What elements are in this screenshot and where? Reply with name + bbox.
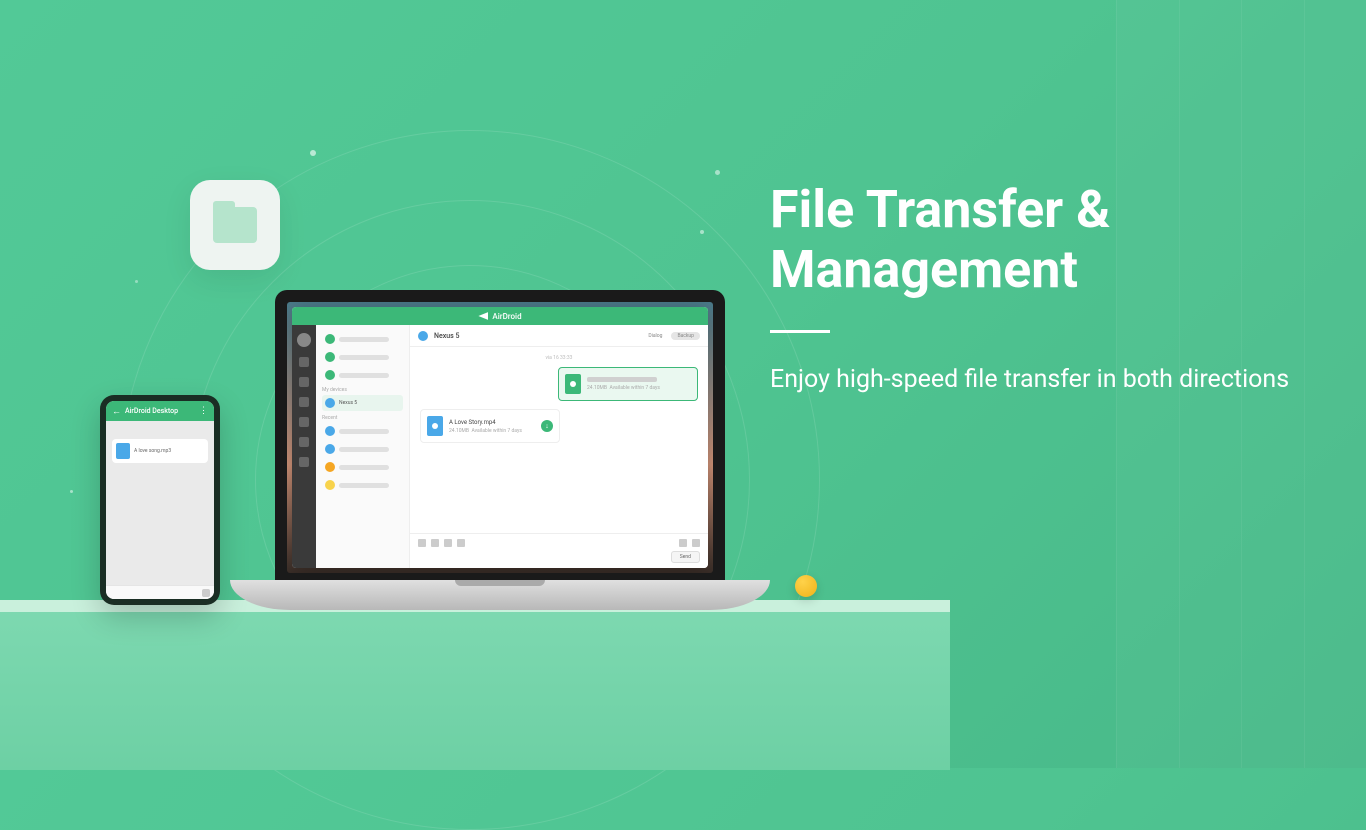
laptop-mockup: AirDroid — [260, 290, 740, 610]
received-file-card: A Love Story.mp4 24.10MB Available withi… — [420, 409, 560, 443]
download-icon: ↓ — [541, 420, 553, 432]
app-window: AirDroid — [292, 307, 708, 568]
phone-app-header: ← AirDroid Desktop ⋮ — [106, 401, 214, 421]
app-sidebar — [292, 325, 316, 568]
list-item — [322, 349, 403, 365]
phone-file-message: A love song.mp3 — [112, 439, 208, 463]
chat-timestamp: via 16 33:33 — [420, 355, 698, 361]
input-tool-icon — [431, 539, 439, 547]
nav-icon — [299, 437, 309, 447]
list-item — [322, 441, 403, 457]
device-icon — [325, 398, 335, 408]
chat-input-area: Send — [410, 533, 708, 568]
list-section-label: My devices — [322, 387, 403, 393]
decorative-dot — [715, 170, 720, 175]
sent-file-card: 24.10MB Available within 7 days — [558, 367, 698, 401]
decorative-dot — [70, 490, 73, 493]
phone-input-bar — [106, 585, 214, 599]
phone-mockup: ← AirDroid Desktop ⋮ A love song.mp3 — [100, 395, 220, 605]
nav-icon — [299, 377, 309, 387]
nav-icon — [299, 357, 309, 367]
phone-screen: ← AirDroid Desktop ⋮ A love song.mp3 — [106, 401, 214, 599]
app-name: AirDroid — [492, 312, 521, 321]
contacts-list: My devices Nexus 5 Recent — [316, 325, 410, 568]
file-icon — [565, 374, 581, 394]
phone-filename: A love song.mp3 — [134, 448, 171, 454]
laptop-wallpaper: AirDroid — [287, 302, 713, 573]
decorative-dot — [135, 280, 138, 283]
list-item-active: Nexus 5 — [322, 395, 403, 411]
list-item — [322, 367, 403, 383]
laptop-bezel: AirDroid — [275, 290, 725, 585]
placeholder-text — [339, 429, 389, 434]
placeholder-text — [339, 483, 389, 488]
nav-icon — [299, 417, 309, 427]
app-titlebar: AirDroid — [292, 307, 708, 325]
input-tool-icon — [457, 539, 465, 547]
avatar-icon — [325, 370, 335, 380]
nav-icon — [299, 397, 309, 407]
decorative-dot — [310, 150, 316, 156]
chat-messages: via 16 33:33 24.10MB Available within 7 … — [410, 347, 708, 533]
chat-panel: Nexus 5 Dialog Backup via 16 33:33 — [410, 325, 708, 568]
filename: A Love Story.mp4 — [449, 419, 553, 426]
device-name: Nexus 5 — [339, 400, 357, 406]
list-section-label: Recent — [322, 415, 403, 421]
chat-device-name: Nexus 5 — [434, 332, 459, 340]
placeholder-text — [339, 447, 389, 452]
phone-chat-body: A love song.mp3 — [106, 421, 214, 585]
user-avatar — [297, 333, 311, 347]
app-logo-icon — [478, 312, 488, 320]
avatar-icon — [325, 480, 335, 490]
avatar-icon — [325, 444, 335, 454]
phone-app-title: AirDroid Desktop — [125, 407, 178, 415]
back-icon: ← — [112, 406, 121, 417]
decorative-ball — [795, 575, 817, 597]
input-tool-icon — [444, 539, 452, 547]
hero-subtitle: Enjoy high-speed file transfer in both d… — [770, 361, 1300, 399]
hero-divider — [770, 330, 830, 333]
file-meta: 24.10MB Available within 7 days — [587, 385, 691, 391]
avatar-icon — [325, 334, 335, 344]
chat-header: Nexus 5 Dialog Backup — [410, 325, 708, 347]
file-meta: 24.10MB Available within 7 days — [449, 428, 553, 434]
list-item — [322, 477, 403, 493]
avatar-icon — [325, 426, 335, 436]
nav-icon — [299, 457, 309, 467]
list-item — [322, 459, 403, 475]
list-item — [322, 423, 403, 439]
file-icon — [427, 416, 443, 436]
decorative-dot — [700, 230, 704, 234]
file-icon — [116, 443, 130, 459]
placeholder-text — [339, 337, 389, 342]
input-tool-icon — [692, 539, 700, 547]
filename-placeholder — [587, 377, 657, 382]
placeholder-text — [339, 465, 389, 470]
avatar-icon — [325, 462, 335, 472]
input-tool-icon — [418, 539, 426, 547]
laptop-base — [230, 580, 770, 610]
tab-backup: Backup — [671, 332, 700, 340]
hero-title: File Transfer & Management — [770, 180, 1306, 300]
send-button: Send — [671, 551, 700, 563]
chat-avatar-icon — [418, 331, 428, 341]
list-item — [322, 331, 403, 347]
placeholder-text — [339, 355, 389, 360]
attach-icon — [202, 589, 210, 597]
tab-dialog: Dialog — [642, 332, 668, 340]
folder-badge — [190, 180, 280, 270]
input-tool-icon — [679, 539, 687, 547]
placeholder-text — [339, 373, 389, 378]
platform-surface — [0, 600, 950, 770]
folder-icon — [213, 207, 257, 243]
hero-section: File Transfer & Management Enjoy high-sp… — [770, 180, 1306, 398]
avatar-icon — [325, 352, 335, 362]
more-icon: ⋮ — [199, 406, 208, 416]
